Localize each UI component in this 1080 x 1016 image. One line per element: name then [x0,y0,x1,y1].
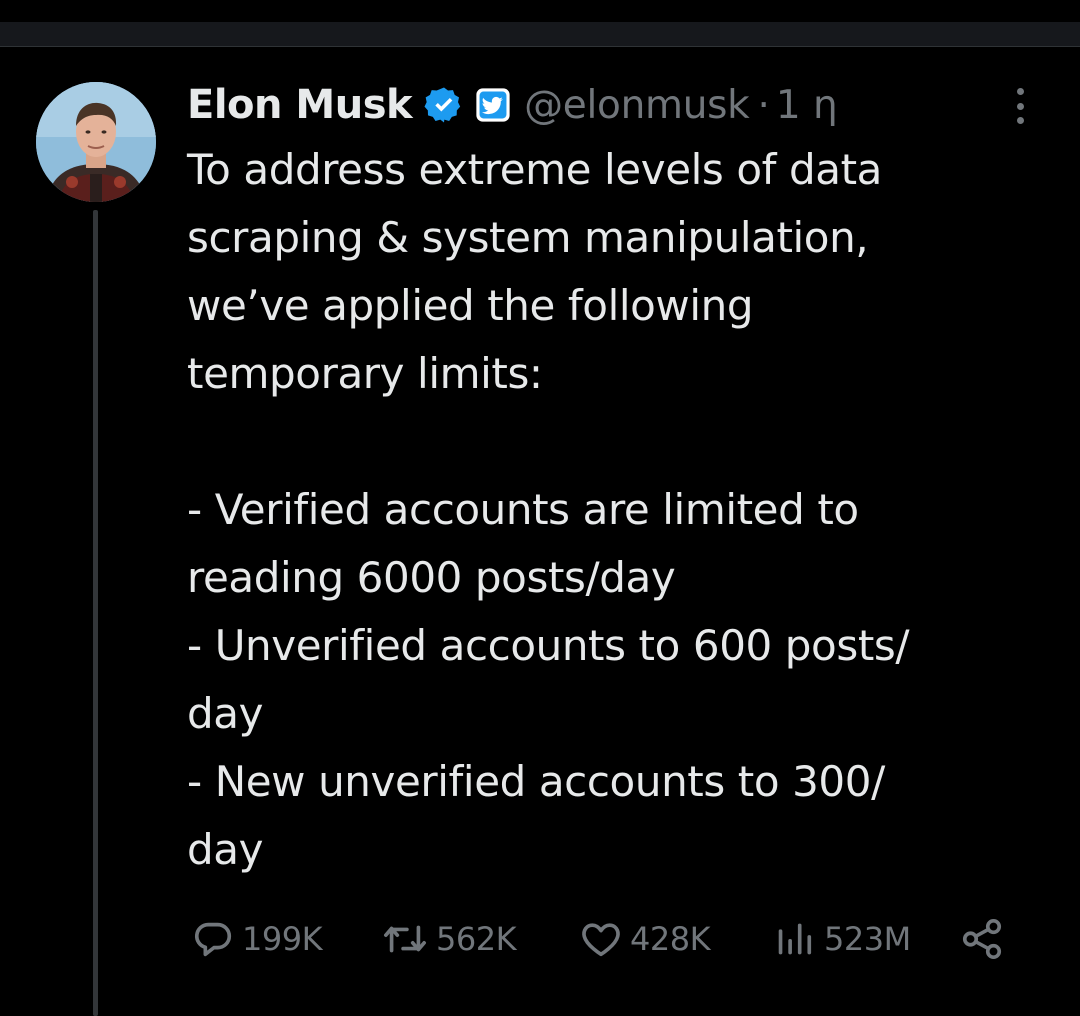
post-text-line: day [187,689,264,738]
post-text-blank-line [187,408,1057,476]
action-bar: 199K 562K 428K 523M [190,914,1020,964]
thread-line [93,210,98,1016]
top-strip [0,0,1080,22]
post[interactable]: Elon Musk @elonmusk · 1 η To address ext… [0,47,1080,1016]
verified-badge-icon[interactable] [424,85,464,125]
post-text: To address extreme levels of data scrapi… [187,136,1057,884]
post-time[interactable]: 1 η [776,83,838,128]
share-button[interactable] [958,914,1006,964]
post-text-line: - Unverified accounts to 600 posts/ [187,621,910,670]
repost-button[interactable]: 562K [380,914,517,964]
like-count: 428K [630,920,711,958]
share-icon [958,916,1006,962]
views-count: 523M [824,920,911,958]
repost-icon [380,916,430,962]
post-text-line: temporary limits: [187,349,543,398]
avatar[interactable] [36,82,156,202]
post-text-line: day [187,825,264,874]
reply-button[interactable]: 199K [190,914,323,964]
post-text-line: - Verified accounts are limited to [187,485,859,534]
reply-count: 199K [242,920,323,958]
top-bar [0,22,1080,47]
views-button[interactable]: 523M [772,914,911,964]
author-handle[interactable]: @elonmusk [524,83,750,128]
display-name[interactable]: Elon Musk [187,82,413,128]
more-vertical-icon[interactable] [1006,84,1034,128]
avatar-image [36,82,156,202]
post-text-line: - New unverified accounts to 300/ [187,757,885,806]
views-chart-icon [772,916,818,962]
repost-count: 562K [436,920,517,958]
post-header: Elon Musk @elonmusk · 1 η [187,79,838,131]
heart-icon [578,916,624,962]
post-text-line: To address extreme levels of data [187,145,882,194]
like-button[interactable]: 428K [578,914,711,964]
reply-icon [190,916,236,962]
post-text-line: we’ve applied the following [187,281,754,330]
post-text-line: scraping & system manipulation, [187,213,869,262]
affiliate-badge-icon[interactable] [474,86,512,124]
separator-dot: · [757,82,770,128]
post-text-line: reading 6000 posts/day [187,553,676,602]
